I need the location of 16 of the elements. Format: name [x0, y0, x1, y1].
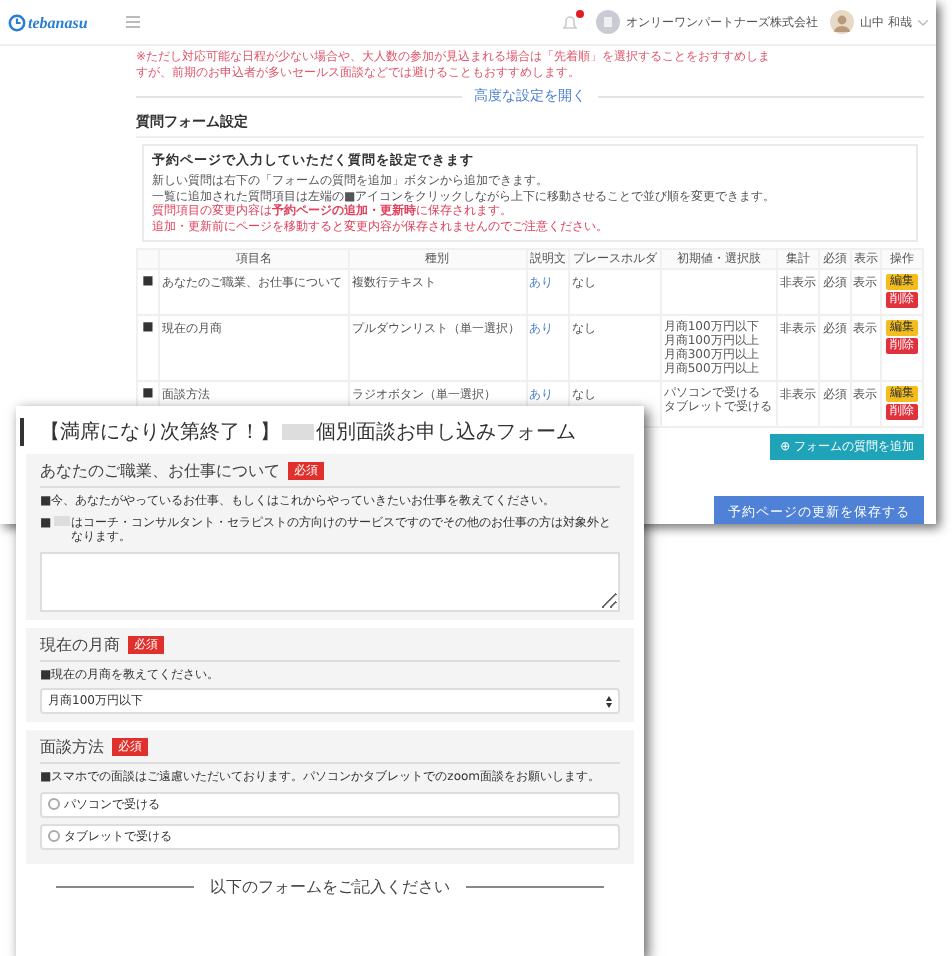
section-heading: 面談方法 — [40, 736, 104, 758]
clock-icon — [8, 13, 26, 31]
divider-label: 以下のフォームをご記入ください — [210, 875, 450, 897]
dropdown-arrow-icon — [606, 695, 612, 707]
radio-button[interactable] — [48, 798, 60, 810]
answer-box[interactable] — [40, 551, 620, 611]
section-heading: あなたのご職業、お仕事について — [40, 460, 280, 482]
menu-icon[interactable] — [126, 16, 140, 28]
avatar[interactable] — [830, 10, 855, 34]
radio-button[interactable] — [48, 830, 60, 842]
building-icon — [596, 10, 621, 34]
bell-icon[interactable] — [562, 13, 579, 31]
section-heading: 現在の月商 — [40, 633, 120, 655]
redacted-mark — [282, 424, 314, 440]
caret-icon[interactable] — [918, 19, 928, 25]
logo[interactable]: tebanasu — [28, 13, 88, 31]
